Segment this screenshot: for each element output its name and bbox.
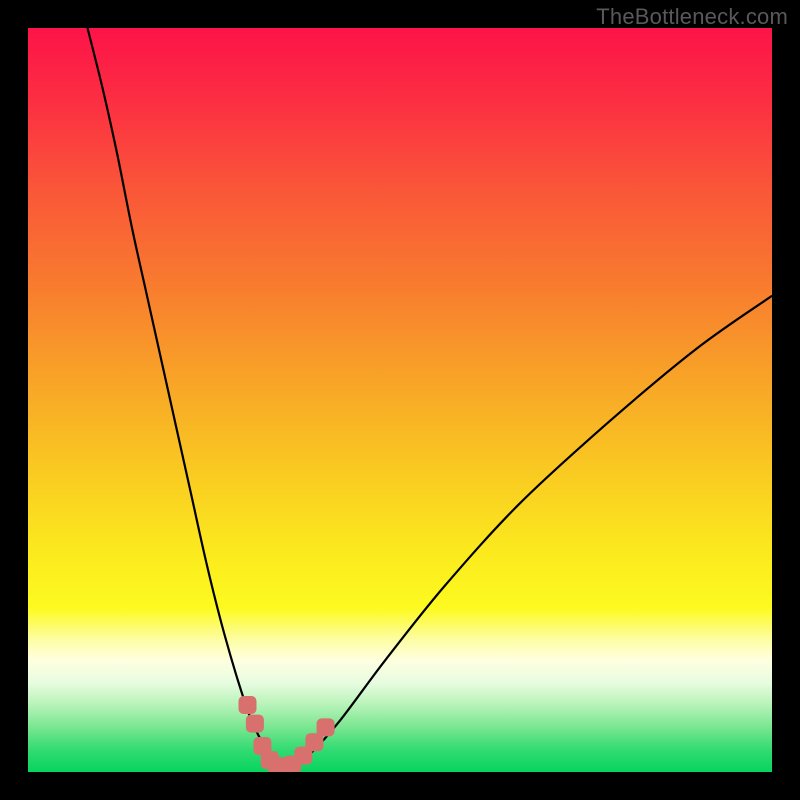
bottleneck-curve bbox=[88, 28, 773, 768]
marker-group bbox=[239, 696, 335, 772]
attribution-text: TheBottleneck.com bbox=[596, 4, 788, 30]
curve-marker bbox=[246, 715, 264, 733]
curve-marker bbox=[317, 718, 335, 736]
curve-layer bbox=[28, 28, 772, 772]
curve-marker bbox=[239, 696, 257, 714]
plot-area bbox=[28, 28, 772, 772]
chart-stage: TheBottleneck.com bbox=[0, 0, 800, 800]
